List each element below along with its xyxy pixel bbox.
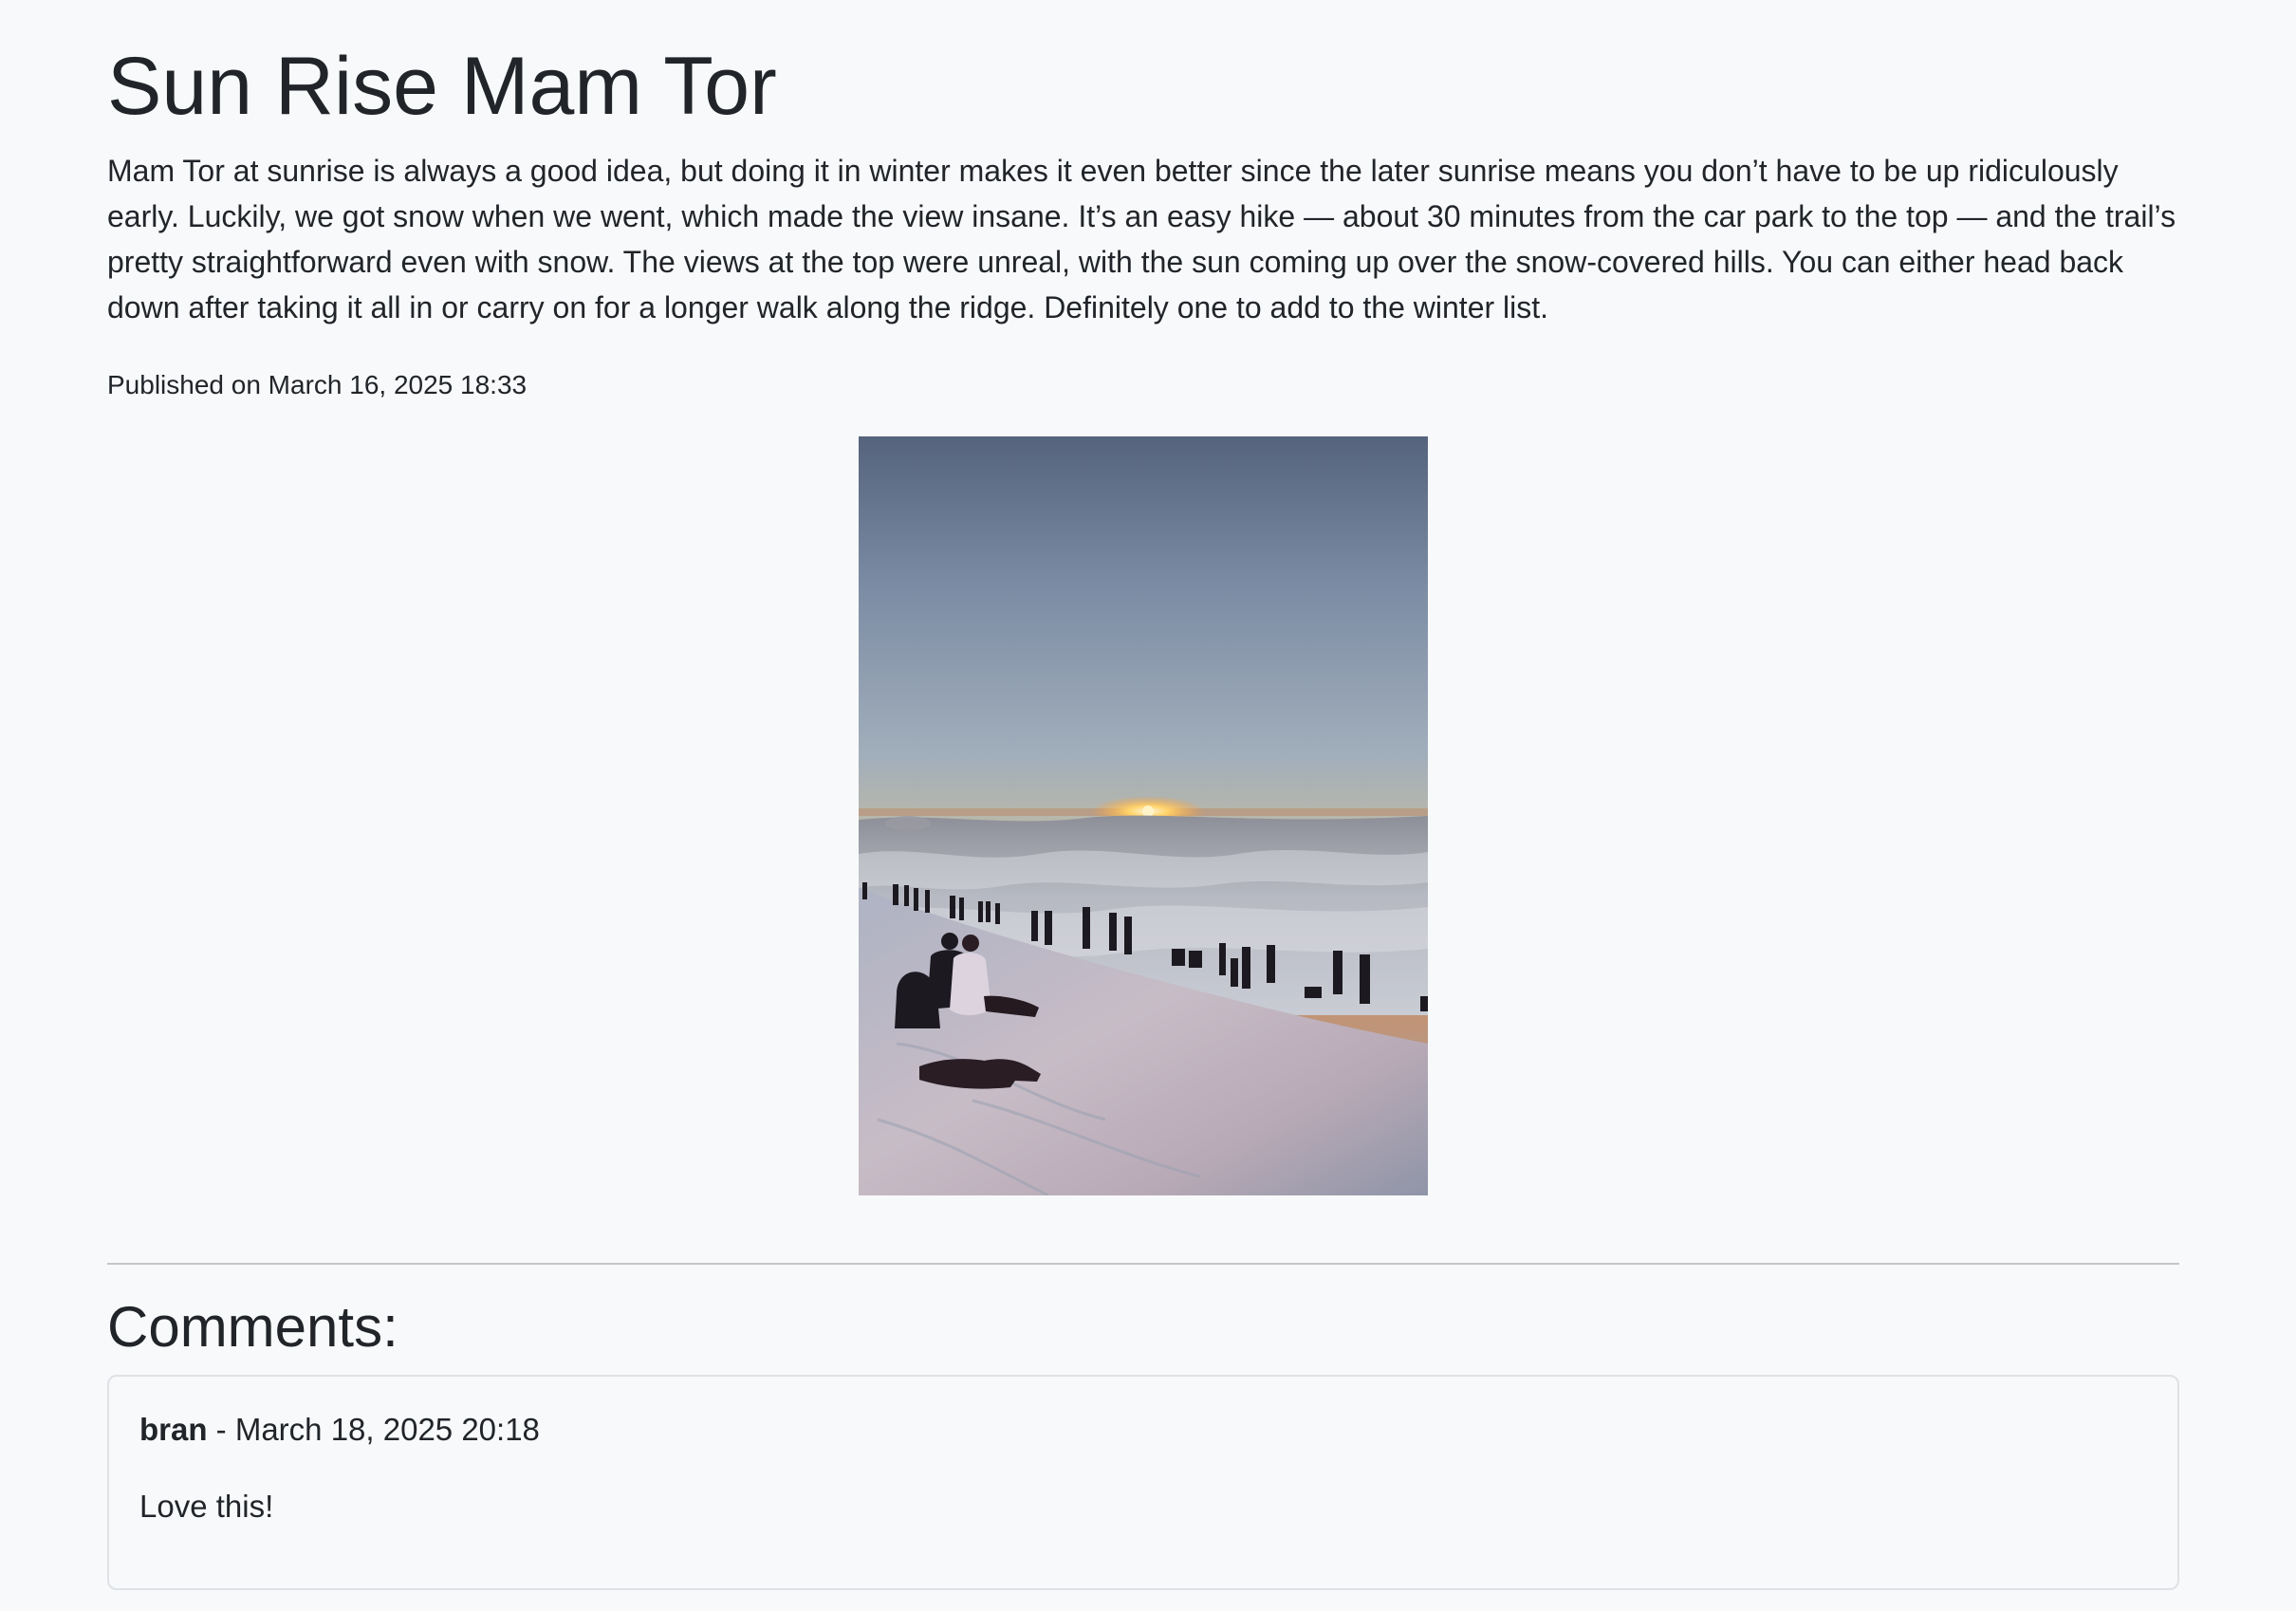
section-divider [107,1263,2179,1265]
comment-card: bran - March 18, 2025 20:18 Love this! [107,1375,2179,1590]
post-photo [859,436,1428,1195]
comment-date: March 18, 2025 20:18 [234,1412,540,1447]
comment-separator: - [207,1412,235,1447]
comment-author: bran [139,1412,208,1447]
comment-header: bran - March 18, 2025 20:18 [139,1411,540,1449]
comments-heading: Comments: [107,1295,398,1359]
post-body: Mam Tor at sunrise is always a good idea… [107,154,2176,324]
published-date: Published on March 16, 2025 18:33 [107,370,528,399]
comment-text: Love this! [139,1489,274,1524]
post-title: Sun Rise Mam Tor [107,41,777,132]
